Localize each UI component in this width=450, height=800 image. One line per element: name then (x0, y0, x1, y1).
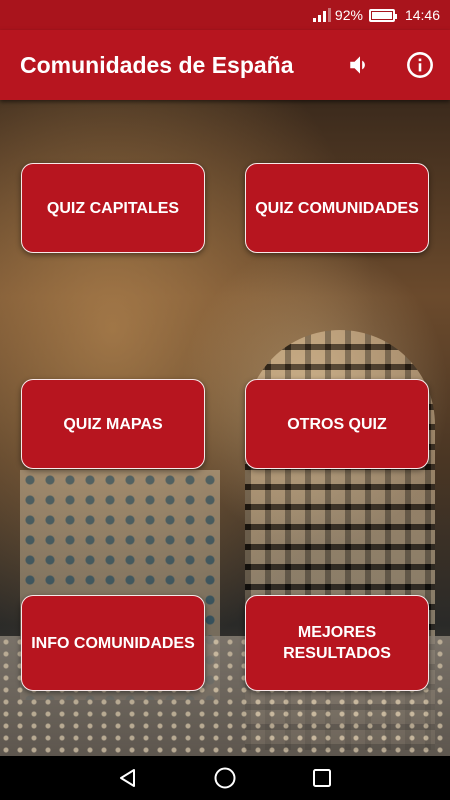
battery-icon (368, 8, 397, 22)
quiz-comunidades-button[interactable]: QUIZ COMUNIDADES (245, 163, 429, 253)
otros-quiz-button[interactable]: OTROS QUIZ (245, 379, 429, 469)
mejores-resultados-button[interactable]: MEJORES RESULTADOS (245, 595, 429, 691)
speaker-icon (350, 56, 365, 74)
status-bar: 92% 14:46 (0, 0, 450, 30)
app-bar: Comunidades de España (0, 30, 450, 100)
back-button[interactable] (106, 756, 150, 800)
info-icon (407, 52, 433, 78)
quiz-capitales-button[interactable]: QUIZ CAPITALES (21, 163, 205, 253)
home-button[interactable] (203, 756, 247, 800)
app-screen: 92% 14:46 Comunidades de España QUIZ CAP… (0, 0, 450, 800)
clock: 14:46 (404, 7, 440, 23)
app-title: Comunidades de España (20, 51, 294, 78)
home-circle-icon (214, 767, 236, 789)
sound-button[interactable] (330, 30, 390, 100)
back-triangle-icon (120, 769, 136, 787)
quiz-mapas-button[interactable]: QUIZ MAPAS (21, 379, 205, 469)
info-comunidades-button[interactable]: INFO COMUNIDADES (21, 595, 205, 691)
recents-square-icon (312, 769, 331, 787)
battery-percent: 92% (334, 7, 363, 23)
info-button[interactable] (390, 30, 450, 100)
recents-button[interactable] (300, 756, 344, 800)
main-content: QUIZ CAPITALES QUIZ COMUNIDADES QUIZ MAP… (0, 100, 450, 756)
signal-icon (312, 8, 331, 22)
navigation-bar (0, 756, 450, 800)
